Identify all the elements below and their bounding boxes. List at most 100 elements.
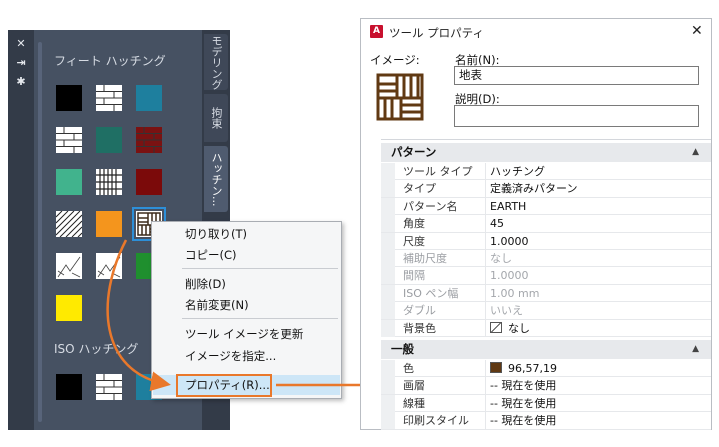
property-value-text: 定義済みパターン <box>490 182 578 196</box>
swatch-brick-red[interactable] <box>136 127 162 153</box>
property-row[interactable]: パターン名 EARTH <box>381 197 711 216</box>
category-row[interactable]: 一般 ▲ <box>381 340 711 359</box>
description-field[interactable] <box>454 105 699 127</box>
swatch-iso-brick[interactable] <box>96 374 122 400</box>
property-row[interactable]: 尺度 1.0000 <box>381 232 711 250</box>
property-value[interactable]: 1.00 mm <box>485 284 685 302</box>
property-row[interactable]: 間隔 1.0000 <box>381 267 711 285</box>
property-value-text: 45 <box>490 217 504 231</box>
torn-edge-decoration <box>0 430 719 447</box>
property-row[interactable]: 画層 -- 現在を使用 <box>381 377 711 395</box>
property-row[interactable]: 色 96,57,19 <box>381 360 711 378</box>
menu-item-rename[interactable]: 名前変更(N) <box>153 295 340 315</box>
tab-constraints[interactable]: 拘束 <box>204 94 228 142</box>
row-gutter <box>381 215 395 233</box>
property-name: パターン名 <box>403 199 458 213</box>
property-value[interactable]: 1.0000 <box>485 232 685 250</box>
swatch-brick-red-icon <box>136 127 162 153</box>
palette-scrollbar[interactable] <box>38 42 42 422</box>
property-value[interactable]: 定義済みパターン <box>485 180 685 198</box>
property-value[interactable]: -- 現在を使用 <box>485 394 685 412</box>
swatch-solid-black[interactable] <box>56 85 82 111</box>
property-row[interactable]: 補助尺度 なし <box>381 250 711 268</box>
property-row[interactable]: 角度 45 <box>381 215 711 233</box>
property-value[interactable]: -- 現在を使用 <box>485 377 685 395</box>
menu-item-copy[interactable]: コピー(C) <box>153 245 340 265</box>
settings-icon[interactable]: ✱ <box>14 76 28 88</box>
swatch-grid-icon <box>96 169 122 195</box>
property-value[interactable]: 45 <box>485 215 685 233</box>
dialog-titlebar[interactable]: A ツール プロパティ ✕ <box>361 19 711 45</box>
tab-modeling[interactable]: モデリング <box>204 34 228 90</box>
category-row[interactable]: パターン ▲ <box>381 143 711 162</box>
property-row[interactable]: ダブル いいえ <box>381 302 711 320</box>
swatch-solid-black-icon <box>56 85 82 111</box>
autohide-icon[interactable]: ⇥ <box>14 57 28 69</box>
swatch-solid-teal-icon <box>136 85 162 111</box>
property-value-text: 1.00 mm <box>490 286 540 300</box>
menu-item-cut[interactable]: 切り取り(T) <box>153 224 340 244</box>
menu-item-update-tool-image[interactable]: ツール イメージを更新 <box>153 324 340 344</box>
earth-hatch-preview-icon[interactable] <box>375 72 425 122</box>
property-name: 画層 <box>403 379 425 393</box>
row-gutter <box>381 197 395 215</box>
property-name: ISO ペン幅 <box>403 286 459 300</box>
property-value-text: なし <box>508 321 530 335</box>
property-name: 間隔 <box>403 269 425 283</box>
property-name: ツール タイプ <box>403 165 473 178</box>
swatch-grid[interactable] <box>96 169 122 195</box>
swatch-iso-brick-icon <box>96 374 122 400</box>
swatch-solid-darkteal[interactable] <box>96 127 122 153</box>
swatch-solid-yellow[interactable] <box>56 295 82 321</box>
property-row[interactable]: 線種 -- 現在を使用 <box>381 394 711 413</box>
property-row[interactable]: 背景色 なし <box>381 319 711 337</box>
section-label-iso-hatch: ISO ハッチング <box>54 342 139 356</box>
image-label: イメージ: <box>370 53 420 67</box>
swatch-diagonal[interactable] <box>56 211 82 237</box>
swatch-brick[interactable] <box>96 85 122 111</box>
menu-separator <box>182 318 338 319</box>
swatch-brick-white[interactable] <box>56 127 82 153</box>
menu-item-delete[interactable]: 削除(D) <box>153 274 340 294</box>
property-name: 色 <box>403 362 414 375</box>
swatch-sketch1[interactable] <box>56 253 82 279</box>
collapse-icon[interactable]: ▲ <box>692 340 699 359</box>
swatch-sketch2[interactable] <box>96 253 122 279</box>
color-swatch-icon <box>490 362 502 373</box>
property-value[interactable]: 96,57,19 <box>485 360 685 377</box>
row-gutter <box>381 267 395 285</box>
swatch-solid-maroon-icon <box>136 169 162 195</box>
property-row[interactable]: ツール タイプ ハッチング <box>381 163 711 181</box>
swatch-brick-white-icon <box>56 127 82 153</box>
swatch-sketch1-icon <box>56 253 82 279</box>
row-gutter <box>381 377 395 395</box>
property-name: 線種 <box>403 396 425 410</box>
swatch-solid-maroon[interactable] <box>136 169 162 195</box>
property-value[interactable]: EARTH <box>485 197 685 215</box>
property-value-text: 1.0000 <box>490 269 529 283</box>
property-value[interactable]: なし <box>485 319 685 337</box>
property-value[interactable]: いいえ <box>485 302 685 320</box>
property-value[interactable]: ハッチング <box>485 163 685 180</box>
swatch-solid-teal[interactable] <box>136 85 162 111</box>
property-name: ダブル <box>403 304 436 318</box>
menu-item-specify-image[interactable]: イメージを指定... <box>153 346 340 366</box>
name-field[interactable]: 地表 <box>454 66 699 85</box>
close-icon[interactable]: ✕ <box>14 38 28 50</box>
property-row[interactable]: タイプ 定義済みパターン <box>381 180 711 198</box>
swatch-diagonal-icon <box>56 211 82 237</box>
row-gutter <box>381 180 395 198</box>
swatch-iso-black[interactable] <box>56 374 82 400</box>
property-value-text: いいえ <box>490 304 523 318</box>
swatch-solid-orange[interactable] <box>96 211 122 237</box>
menu-separator <box>182 268 338 269</box>
tool-properties-dialog: A ツール プロパティ ✕ イメージ: 名前(N): 地表 説明(D): パター… <box>360 18 712 430</box>
tab-hatching[interactable]: ハッチン... <box>204 146 228 212</box>
property-value[interactable]: 1.0000 <box>485 267 685 285</box>
property-value[interactable]: なし <box>485 250 685 267</box>
collapse-icon[interactable]: ▲ <box>692 143 699 162</box>
swatch-solid-seagreen[interactable] <box>56 169 82 195</box>
property-name: タイプ <box>403 182 436 196</box>
property-row[interactable]: ISO ペン幅 1.00 mm <box>381 284 711 303</box>
close-icon[interactable]: ✕ <box>691 23 703 39</box>
